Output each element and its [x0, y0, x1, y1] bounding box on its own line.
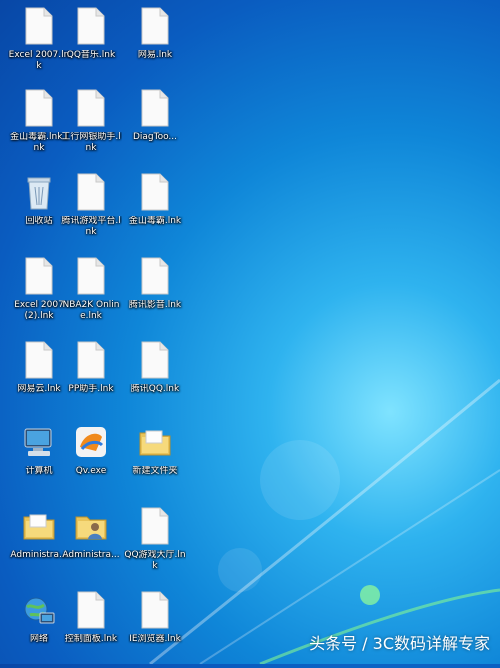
desktop-icon[interactable]: 金山毒霸.lnk — [124, 170, 186, 250]
desktop-icon-label: 工行网银助手.lnk — [61, 132, 121, 153]
blank-file-icon — [138, 172, 172, 212]
desktop-icon-label: 金山毒霸.lnk — [128, 216, 182, 226]
desktop-icon[interactable]: 腾讯游戏平台.lnk — [60, 170, 122, 250]
desktop-icon[interactable]: Qv.exe — [60, 420, 122, 500]
desktop-icon[interactable]: NBA2K Online.lnk — [60, 254, 122, 334]
folder-icon — [22, 506, 56, 546]
desktop-icon-label: DiagToo... — [132, 132, 178, 142]
blank-file-icon — [138, 256, 172, 296]
desktop-icon-label: 腾讯游戏平台.lnk — [61, 216, 121, 237]
desktop-icon[interactable]: 腾讯QQ.lnk — [124, 338, 186, 418]
desktop-icon[interactable]: QQ游戏大厅.lnk — [124, 504, 186, 584]
desktop-icon[interactable]: QQ音乐.lnk — [60, 4, 122, 84]
computer-icon — [22, 422, 56, 462]
desktop-icon[interactable]: PP助手.lnk — [60, 338, 122, 418]
watermark-text: 头条号 / 3C数码详解专家 — [309, 634, 490, 653]
blank-file-icon — [74, 340, 108, 380]
desktop-icon-label: 腾讯影音.lnk — [128, 300, 182, 310]
network-icon — [22, 590, 56, 630]
desktop-icon[interactable]: 控制面板.lnk — [60, 588, 122, 668]
desktop-icon[interactable]: DiagToo... — [124, 86, 186, 166]
desktop-icon-label: QQ音乐.lnk — [66, 50, 116, 60]
desktop-icon-label: IE浏览器.lnk — [129, 634, 181, 644]
folder-icon — [138, 422, 172, 462]
desktop-icon[interactable]: Administra... — [60, 504, 122, 584]
blank-file-icon — [74, 590, 108, 630]
desktop-icon-label: 新建文件夹 — [132, 466, 178, 476]
blank-file-icon — [138, 88, 172, 128]
recycle-bin-icon — [22, 172, 56, 212]
desktop-icon[interactable]: IE浏览器.lnk — [124, 588, 186, 668]
user-folder-icon — [74, 506, 108, 546]
blank-file-icon — [138, 590, 172, 630]
blank-file-icon — [138, 6, 172, 46]
desktop-icon[interactable]: 网易.lnk — [124, 4, 186, 84]
desktop-icon-label: Administra... — [62, 550, 120, 560]
blank-file-icon — [22, 340, 56, 380]
blank-file-icon — [22, 88, 56, 128]
desktop-icon-label: NBA2K Online.lnk — [62, 300, 120, 321]
blank-file-icon — [22, 6, 56, 46]
blank-file-icon — [74, 172, 108, 212]
desktop-icon-label: PP助手.lnk — [68, 384, 114, 394]
desktop-icon-label: QQ游戏大厅.lnk — [124, 550, 186, 571]
blank-file-icon — [74, 6, 108, 46]
desktop-icon-label: 网易.lnk — [137, 50, 173, 60]
desktop: Excel 2007.lnk QQ音乐.lnk 网易.lnk 金山毒霸.lnk.lnk… — [0, 0, 500, 664]
blank-file-icon — [138, 340, 172, 380]
desktop-icon-label: 控制面板.lnk — [64, 634, 118, 644]
desktop-icon-label: 腾讯QQ.lnk — [130, 384, 180, 394]
desktop-icon[interactable]: 新建文件夹 — [124, 420, 186, 500]
blank-file-icon — [74, 88, 108, 128]
blank-file-icon — [22, 256, 56, 296]
desktop-icon-label: Qv.exe — [75, 466, 107, 476]
blank-file-icon — [74, 256, 108, 296]
desktop-icon[interactable]: 腾讯影音.lnk — [124, 254, 186, 334]
blank-file-icon — [138, 506, 172, 546]
app-shortcut-icon — [74, 422, 108, 462]
desktop-icon[interactable]: 工行网银助手.lnk — [60, 86, 122, 166]
